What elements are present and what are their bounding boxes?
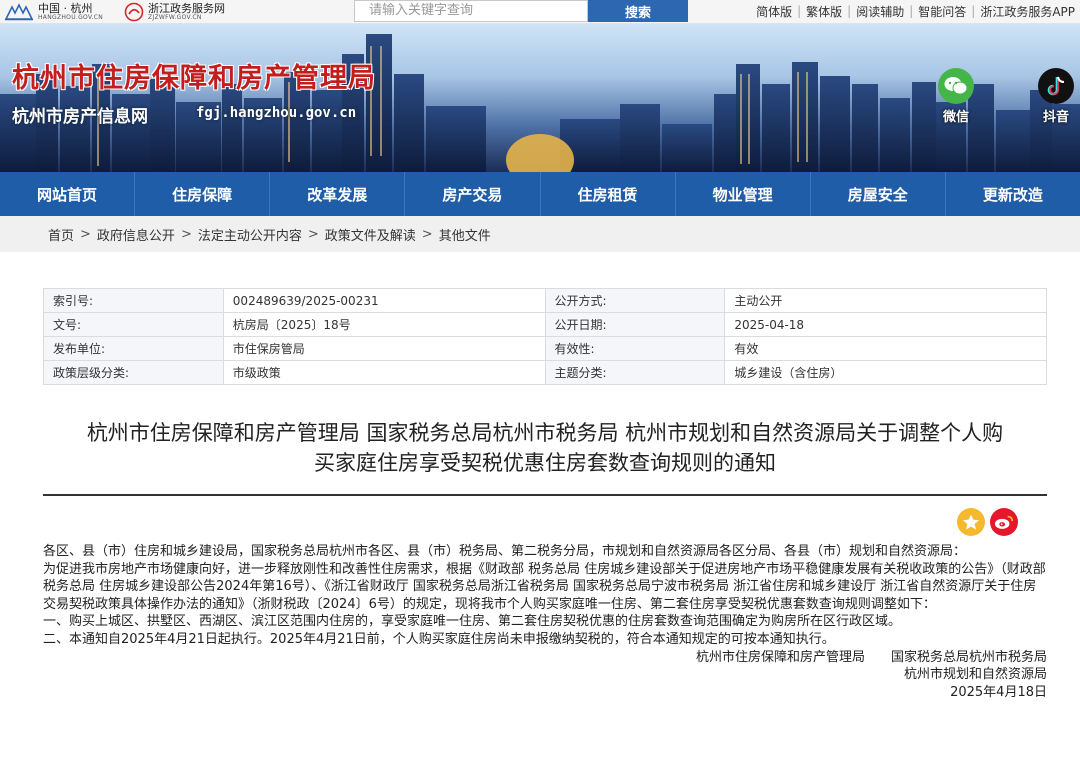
link-zjzwfw-app[interactable]: 浙江政务服务APP (975, 3, 1080, 20)
banner-url: fgj.hangzhou.gov.cn (196, 105, 357, 121)
info-value: 2025-04-18 (724, 312, 1047, 337)
hangzhou-emblem-icon (4, 3, 34, 21)
breadcrumb-home[interactable]: 首页 (48, 225, 74, 244)
breadcrumb-gov-info[interactable]: 政府信息公开 (97, 225, 175, 244)
favorite-share-button[interactable] (957, 508, 985, 536)
link-reading-aid[interactable]: 阅读辅助 (851, 3, 909, 20)
nav-property-trading[interactable]: 房产交易 (405, 172, 541, 216)
logo2-text: 浙江政务服务网 (148, 2, 225, 15)
banner-subtitle: 杭州市房产信息网 (12, 107, 148, 127)
chevron-right-icon: > (80, 226, 91, 242)
star-icon (962, 514, 980, 530)
breadcrumb-other[interactable]: 其他文件 (439, 225, 491, 244)
table-row: 政策层级分类: 市级政策 主题分类: 城乡建设（含住房） (43, 360, 1047, 385)
douyin-icon (1038, 68, 1074, 104)
search-button[interactable]: 搜索 (588, 0, 688, 22)
document-title: 杭州市住房保障和房产管理局 国家税务总局杭州市税务局 杭州市规划和自然资源局关于… (43, 418, 1047, 478)
main-nav: 网站首页 住房保障 改革发展 房产交易 住房租赁 物业管理 房屋安全 更新改造 (0, 172, 1080, 216)
info-value: 杭房局〔2025〕18号 (222, 312, 546, 337)
body-paragraph: 一、购买上城区、拱墅区、西湖区、滨江区范围内住房的，享受家庭唯一住房、第二套住房… (43, 614, 902, 630)
info-value: 城乡建设（含住房） (724, 360, 1047, 385)
table-row: 文号: 杭房局〔2025〕18号 公开日期: 2025-04-18 (43, 312, 1047, 337)
search-input[interactable]: 请输入关键字查询 (354, 0, 588, 22)
document-info-table: 索引号: 002489639/2025-00231 公开方式: 主动公开 文号:… (43, 288, 1047, 385)
info-key: 政策层级分类: (43, 360, 224, 385)
weibo-icon (994, 515, 1013, 529)
breadcrumb-policy[interactable]: 政策文件及解读 (325, 225, 416, 244)
info-key: 公开日期: (544, 312, 726, 337)
logo2-domain: ZJZWFW.GOV.CN (148, 14, 202, 21)
wechat-label: 微信 (942, 110, 969, 125)
document-body: 各区、县（市）住房和城乡建设局，国家税务总局杭州市各区、县（市）税务局、第二税务… (43, 543, 1047, 701)
banner-title: 杭州市住房保障和房产管理局 (12, 63, 376, 94)
body-paragraph: 二、本通知自2025年4月21日起执行。2025年4月21日前，个人购买家庭住房… (43, 631, 835, 647)
nav-property-management[interactable]: 物业管理 (676, 172, 811, 216)
info-value: 有效 (724, 336, 1047, 361)
wechat-icon (938, 68, 974, 104)
chevron-right-icon: > (421, 226, 433, 242)
nav-home[interactable]: 网站首页 (0, 172, 136, 216)
info-value: 市住保房管局 (222, 336, 546, 361)
top-utility-bar: 中国 · 杭州 HANGZHOU.GOV.CN 浙江政务服务网 ZJZWFW.G… (0, 0, 1080, 24)
title-divider (43, 494, 1047, 496)
document-date: 2025年4月18日 (950, 684, 1047, 700)
nav-building-safety[interactable]: 房屋安全 (811, 172, 946, 216)
info-value: 002489639/2025-00231 (222, 288, 546, 313)
document-title-line: 杭州市住房保障和房产管理局 国家税务总局杭州市税务局 杭州市规划和自然资源局关于… (86, 421, 1004, 445)
weibo-share-button[interactable] (990, 508, 1018, 536)
douyin-link[interactable]: 抖音 (1038, 68, 1074, 125)
table-row: 索引号: 002489639/2025-00231 公开方式: 主动公开 (43, 288, 1047, 313)
chevron-right-icon: > (307, 226, 319, 242)
info-key: 发布单位: (43, 336, 224, 361)
zjzwfw-emblem-icon (124, 2, 144, 22)
info-key: 有效性: (544, 336, 726, 361)
document-title-line: 买家庭住房享受契税优惠住房套数查询规则的通知 (314, 451, 776, 475)
wechat-link[interactable]: 微信 (938, 68, 974, 125)
nav-reform[interactable]: 改革发展 (270, 172, 406, 216)
info-value: 市级政策 (222, 360, 546, 385)
search-button-label: 搜索 (624, 5, 651, 21)
nav-renewal[interactable]: 更新改造 (946, 172, 1080, 216)
nav-housing-security[interactable]: 住房保障 (135, 172, 271, 216)
link-smart-qa[interactable]: 智能问答 (913, 3, 971, 20)
breadcrumb: 首页 > 政府信息公开 > 法定主动公开内容 > 政策文件及解读 > 其他文件 (0, 216, 1080, 252)
douyin-label: 抖音 (1042, 110, 1069, 125)
body-paragraph: 为促进我市房地产市场健康向好，进一步释放刚性和改善性住房需求，根据《财政部 税务… (43, 561, 1046, 612)
logo1-domain: HANGZHOU.GOV.CN (38, 14, 104, 21)
top-links: 简体版 | 繁体版 | 阅读辅助 | 智能问答 | 浙江政务服务APP (751, 0, 1080, 22)
info-key: 公开方式: (544, 288, 726, 313)
logo1-text: 中国 · 杭州 (38, 2, 93, 15)
link-traditional[interactable]: 繁体版 (801, 3, 847, 20)
info-key: 主题分类: (544, 360, 726, 385)
info-key: 索引号: (43, 288, 224, 313)
zjzwfw-logo[interactable]: 浙江政务服务网 ZJZWFW.GOV.CN (124, 2, 225, 22)
city-skyline-image (0, 34, 1080, 172)
link-simplified[interactable]: 简体版 (751, 3, 797, 20)
breadcrumb-statutory[interactable]: 法定主动公开内容 (198, 225, 302, 244)
signer-line: 杭州市住房保障和房产管理局 国家税务总局杭州市税务局 (695, 649, 1047, 665)
nav-housing-rental[interactable]: 住房租赁 (541, 172, 676, 216)
table-row: 发布单位: 市住保房管局 有效性: 有效 (43, 336, 1047, 361)
info-key: 文号: (43, 312, 224, 337)
body-paragraph: 各区、县（市）住房和城乡建设局，国家税务总局杭州市各区、县（市）税务局、第二税务… (43, 544, 967, 559)
site-banner: 杭州市住房保障和房产管理局 杭州市房产信息网 fgj.hangzhou.gov.… (0, 24, 1080, 172)
chevron-right-icon: > (180, 226, 192, 242)
signer-line: 杭州市规划和自然资源局 (903, 667, 1047, 683)
hangzhou-gov-logo[interactable]: 中国 · 杭州 HANGZHOU.GOV.CN (4, 2, 103, 22)
info-value: 主动公开 (724, 288, 1047, 313)
